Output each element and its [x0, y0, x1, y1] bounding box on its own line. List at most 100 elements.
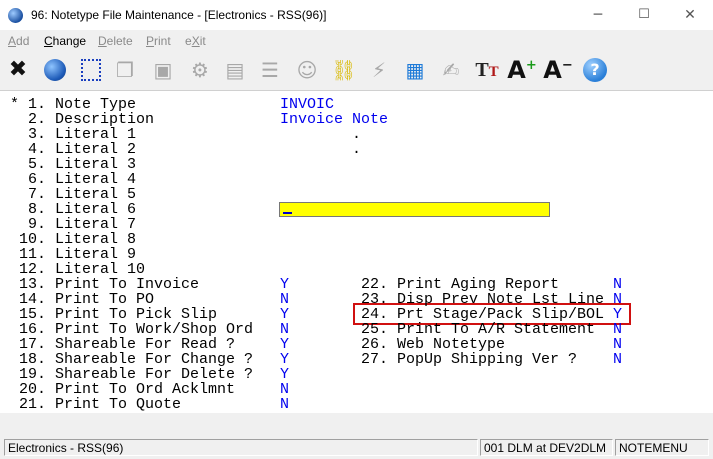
paste-icon: ▣	[153, 58, 173, 82]
field-value[interactable]: N	[280, 292, 289, 307]
field-label: 24. Prt Stage/Pack Slip/BOL	[361, 306, 605, 323]
signature-button[interactable]: ✍	[436, 55, 466, 85]
toolbar: ✖ ❐ ▣ ⚙ ▤ ☰ ☺ ⛓ ⚡ ▦ ✍ TT A+ A− ?	[0, 52, 713, 90]
field-value[interactable]: Y	[280, 367, 289, 382]
table-button[interactable]: ☰	[255, 55, 285, 85]
field-value[interactable]: .	[352, 142, 361, 157]
field-value[interactable]: Y	[280, 307, 289, 322]
text-cursor	[283, 212, 292, 214]
field-label: 26. Web Notetype	[361, 336, 506, 353]
field-value[interactable]: N	[280, 397, 289, 412]
field-label: 14. Print To PO	[19, 291, 155, 308]
globe-icon	[44, 59, 66, 81]
field-label: 21. Print To Quote	[19, 396, 182, 413]
copy-icon: ❐	[116, 58, 134, 82]
exit-button[interactable]: ✖	[3, 55, 33, 85]
font-decrease-button[interactable]: A−	[543, 55, 573, 85]
field-label: 16. Print To Work/Shop Ord	[19, 321, 254, 338]
app-globe-icon	[8, 8, 23, 23]
field-value[interactable]: Invoice Note	[280, 112, 388, 127]
field-label: 12. Literal 10	[19, 261, 146, 278]
edit-form-icon: ▤	[225, 58, 245, 82]
literal-6-input[interactable]	[279, 202, 550, 217]
field-value[interactable]: INVOIC	[280, 97, 334, 112]
settings-icon: ⚙	[191, 58, 209, 82]
field-label: 6. Literal 4	[19, 171, 137, 188]
field-label: 25. Print To A/R Statement	[361, 321, 596, 338]
field-label: 11. Literal 9	[19, 246, 137, 263]
status-bar: Electronics - RSS(96) 001 DLM at DEV2DLM…	[0, 436, 713, 459]
field-value[interactable]: N	[613, 352, 622, 367]
help-icon: ?	[583, 58, 607, 82]
font-icon: TT	[475, 58, 499, 81]
font-increase-icon: A+	[507, 56, 537, 84]
link-button[interactable]: ⛓	[329, 55, 359, 85]
status-company: Electronics - RSS(96)	[4, 439, 478, 456]
lightning-button[interactable]: ⚡	[364, 55, 394, 85]
field-label: 18. Shareable For Change ?	[19, 351, 254, 368]
menu-delete[interactable]: Delete	[98, 34, 133, 48]
maximize-button[interactable]: ☐	[621, 0, 667, 30]
new-record-icon	[81, 59, 101, 81]
field-label: 5. Literal 3	[19, 156, 137, 173]
field-label: 1. Note Type	[19, 96, 137, 113]
users-icon: ☺	[296, 58, 318, 82]
field-label: 20. Print To Ord Acklmnt	[19, 381, 236, 398]
calculator-button[interactable]: ▦	[400, 55, 430, 85]
field-value[interactable]: Y	[280, 277, 289, 292]
font-button[interactable]: TT	[472, 55, 502, 85]
field-label: 23. Disp Prev Note Lst Line	[361, 291, 605, 308]
field-value[interactable]: N	[613, 322, 622, 337]
signature-icon: ✍	[442, 58, 460, 82]
field-value[interactable]: Y	[280, 337, 289, 352]
lightning-icon: ⚡	[371, 58, 387, 82]
users-button[interactable]: ☺	[292, 55, 322, 85]
status-screen: NOTEMENU	[615, 439, 709, 456]
calculator-icon: ▦	[405, 58, 425, 82]
link-icon: ⛓	[331, 58, 357, 82]
field-value[interactable]: N	[280, 322, 289, 337]
field-label: 10. Literal 8	[19, 231, 137, 248]
new-record-button[interactable]	[76, 55, 106, 85]
window-title: 96: Notetype File Maintenance - [Electro…	[31, 8, 327, 22]
exit-icon: ✖	[8, 57, 28, 82]
edit-form-button[interactable]: ▤	[220, 55, 250, 85]
copy-button[interactable]: ❐	[110, 55, 140, 85]
font-decrease-icon: A−	[543, 56, 573, 84]
font-increase-button[interactable]: A+	[507, 55, 537, 85]
field-value[interactable]: Y	[280, 352, 289, 367]
menu-bar: Add Change Delete Print eXit	[0, 30, 713, 52]
field-label: 3. Literal 1	[19, 126, 137, 143]
settings-button[interactable]: ⚙	[185, 55, 215, 85]
field-label: 19. Shareable For Delete ?	[19, 366, 254, 383]
field-label: 4. Literal 2	[19, 141, 137, 158]
minimize-button[interactable]: ─	[575, 0, 621, 30]
menu-change[interactable]: Change	[44, 34, 86, 48]
field-label: 27. PopUp Shipping Ver ?	[361, 351, 578, 368]
field-label: 2. Description	[19, 111, 155, 128]
field-label: 15. Print To Pick Slip	[19, 306, 218, 323]
globe-button[interactable]	[40, 55, 70, 85]
maintenance-form: * 1. Note Type INVOIC 2. Description Invoi…	[0, 90, 713, 413]
help-button[interactable]: ?	[580, 55, 610, 85]
field-value[interactable]: Y	[613, 307, 622, 322]
required-marker: *	[10, 96, 20, 113]
menu-exit[interactable]: eXit	[185, 34, 206, 48]
menu-add[interactable]: Add	[8, 34, 29, 48]
close-button[interactable]: ✕	[667, 0, 713, 30]
paste-button[interactable]: ▣	[148, 55, 178, 85]
title-bar: 96: Notetype File Maintenance - [Electro…	[0, 0, 713, 30]
field-value[interactable]: N	[613, 337, 622, 352]
field-value[interactable]: N	[613, 292, 622, 307]
menu-print[interactable]: Print	[146, 34, 171, 48]
field-label: 22. Print Aging Report	[361, 276, 560, 293]
field-value[interactable]: .	[352, 127, 361, 142]
field-label: 17. Shareable For Read ?	[19, 336, 236, 353]
field-value[interactable]: N	[613, 277, 622, 292]
field-label: 8. Literal 6	[19, 201, 137, 218]
field-value[interactable]: N	[280, 382, 289, 397]
field-label: 13. Print To Invoice	[19, 276, 200, 293]
field-label: 9. Literal 7	[19, 216, 137, 233]
field-label: 7. Literal 5	[19, 186, 137, 203]
table-icon: ☰	[261, 58, 279, 82]
